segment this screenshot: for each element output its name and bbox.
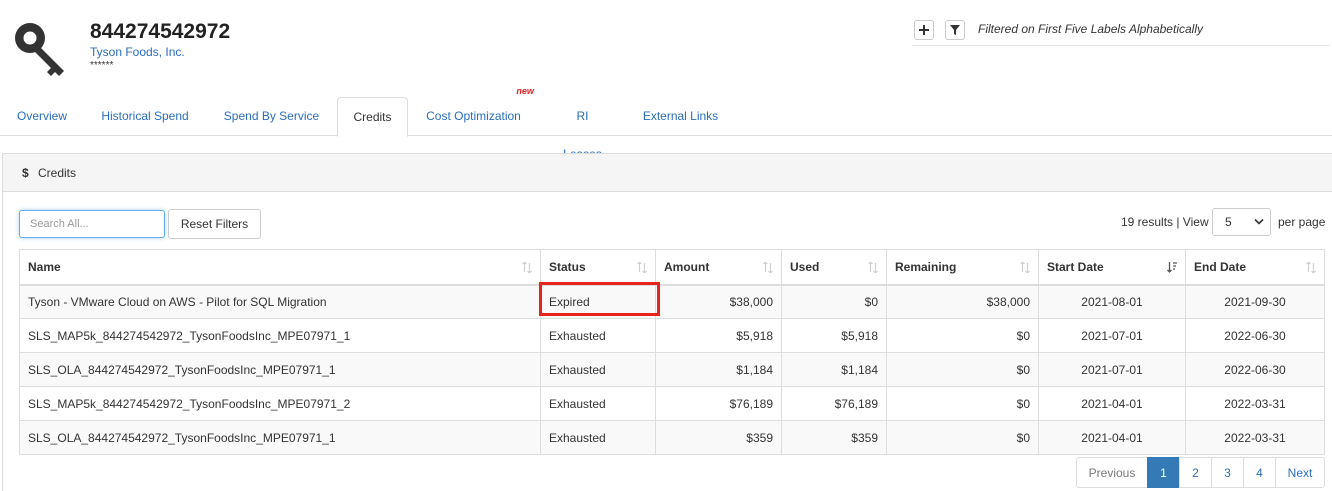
cell-start-date: 2021-08-01 [1038,284,1186,319]
next-page-button[interactable]: Next [1275,457,1325,488]
filter-button[interactable] [945,20,965,40]
page-size-value: 5 [1225,215,1232,229]
cell-amount: $359 [655,420,782,455]
cell-amount: $1,184 [655,352,782,387]
cell-remaining: $0 [886,352,1039,387]
cell-start-date: 2021-04-01 [1038,386,1186,421]
previous-page-button[interactable]: Previous [1076,457,1148,488]
masked-value: ****** [90,60,114,71]
header-divider [912,45,1330,46]
cell-used: $5,918 [781,318,887,353]
sort-icon [1306,262,1316,273]
column-header-end-date[interactable]: End Date [1185,249,1325,286]
column-header-start-date[interactable]: Start Date [1038,249,1186,286]
account-header: 844274542972 Tyson Foods, Inc. ****** Fi… [0,0,1332,96]
column-header-amount[interactable]: Amount [655,249,782,286]
cell-status: Expired [540,284,656,319]
sort-desc-icon [1167,262,1177,273]
tab-historical-spend[interactable]: Historical Spend [100,97,190,136]
panel-title: Credits [38,166,77,180]
cell-remaining: $38,000 [886,284,1039,319]
cell-name: SLS_MAP5k_844274542972_TysonFoodsInc_MPE… [19,386,541,421]
cell-status: Exhausted [540,318,656,353]
table-row: SLS_MAP5k_844274542972_TysonFoodsInc_MPE… [19,318,1325,353]
reset-filters-button[interactable]: Reset Filters [168,209,261,239]
cell-used: $76,189 [781,386,887,421]
table-row: Tyson - VMware Cloud on AWS - Pilot for … [19,284,1325,319]
account-tabs: Overview Historical Spend Spend By Servi… [0,86,1332,161]
cell-amount: $76,189 [655,386,782,421]
cell-used: $359 [781,420,887,455]
cell-start-date: 2021-07-01 [1038,352,1186,387]
panel-heading: $ Credits [3,154,1332,192]
sort-icon [522,262,532,273]
cell-end-date: 2022-06-30 [1185,352,1325,387]
page-4-button[interactable]: 4 [1243,457,1276,488]
credits-table: Name Status Amount Used Remaining Start … [19,249,1325,455]
dollar-icon: $ [22,166,29,180]
sort-icon [637,262,647,273]
cell-end-date: 2021-09-30 [1185,284,1325,319]
page-1-button[interactable]: 1 [1147,457,1180,488]
sort-icon [1020,262,1030,273]
cell-name: SLS_OLA_844274542972_TysonFoodsInc_MPE07… [19,352,541,387]
cell-used: $0 [781,284,887,319]
search-input[interactable] [19,210,165,238]
tab-spend-by-service[interactable]: Spend By Service [223,97,320,136]
page-size-select[interactable]: 5 [1212,208,1271,236]
cell-amount: $38,000 [655,284,782,319]
cell-remaining: $0 [886,386,1039,421]
account-name-link[interactable]: Tyson Foods, Inc. [90,45,185,59]
pagination: Previous 1 2 3 4 Next [1076,457,1325,488]
page-2-button[interactable]: 2 [1179,457,1212,488]
tab-cost-optimization[interactable]: Cost Optimization new [425,86,534,136]
cell-used: $1,184 [781,352,887,387]
sort-icon [868,262,878,273]
chevron-down-icon [1254,218,1264,225]
cell-name: SLS_MAP5k_844274542972_TysonFoodsInc_MPE… [19,318,541,353]
results-count: 19 results | View [1121,215,1209,229]
cell-start-date: 2021-07-01 [1038,318,1186,353]
cell-end-date: 2022-03-31 [1185,386,1325,421]
table-row: SLS_OLA_844274542972_TysonFoodsInc_MPE07… [19,352,1325,387]
column-header-remaining[interactable]: Remaining [886,249,1039,286]
table-header-row: Name Status Amount Used Remaining Start … [19,249,1325,286]
cell-name: Tyson - VMware Cloud on AWS - Pilot for … [19,284,541,319]
filter-description: Filtered on First Five Labels Alphabetic… [978,22,1203,36]
tab-overview[interactable]: Overview [17,97,67,136]
new-badge: new [516,86,534,96]
cell-remaining: $0 [886,420,1039,455]
column-header-status[interactable]: Status [540,249,656,286]
cell-name: SLS_OLA_844274542972_TysonFoodsInc_MPE07… [19,420,541,455]
table-row: SLS_MAP5k_844274542972_TysonFoodsInc_MPE… [19,386,1325,421]
cell-end-date: 2022-06-30 [1185,318,1325,353]
plus-icon [919,25,929,35]
add-label-button[interactable] [914,20,934,40]
cell-end-date: 2022-03-31 [1185,420,1325,455]
column-header-name[interactable]: Name [19,249,541,286]
cell-start-date: 2021-04-01 [1038,420,1186,455]
cell-amount: $5,918 [655,318,782,353]
cell-status: Exhausted [540,386,656,421]
cell-status: Exhausted [540,352,656,387]
page-3-button[interactable]: 3 [1211,457,1244,488]
tab-external-links[interactable]: External Links [642,97,719,136]
cell-remaining: $0 [886,318,1039,353]
per-page-label: per page [1278,215,1326,229]
tab-ri-leases[interactable]: RI Leases [556,97,609,161]
sort-icon [763,262,773,273]
tab-credits[interactable]: Credits [337,97,408,137]
table-row: SLS_OLA_844274542972_TysonFoodsInc_MPE07… [19,420,1325,455]
key-icon [15,23,64,76]
cell-status: Exhausted [540,420,656,455]
column-header-used[interactable]: Used [781,249,887,286]
account-id: 844274542972 [90,20,231,43]
filter-icon [950,25,960,35]
